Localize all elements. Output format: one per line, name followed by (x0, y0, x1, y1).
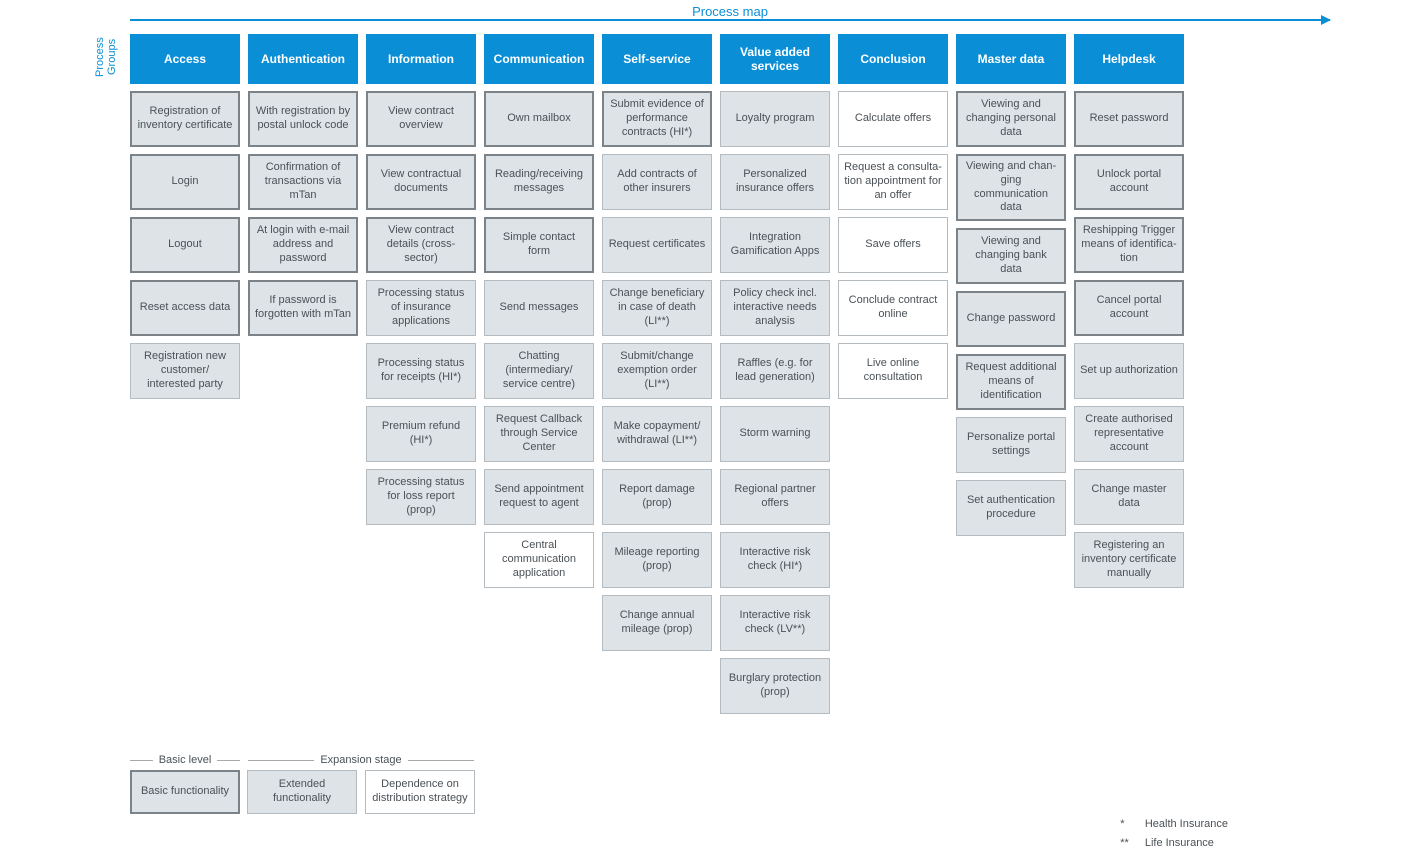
column-header: Value added services (720, 34, 830, 84)
legend-basic-cell: Basic functionality (130, 770, 240, 814)
process-cell: Raffles (e.g. for lead generation) (720, 343, 830, 399)
process-cell: Personalize portal settings (956, 417, 1066, 473)
column-header: Helpdesk (1074, 34, 1184, 84)
process-cell: Chatting (intermediary/ service centre) (484, 343, 594, 399)
process-cell: Calculate offers (838, 91, 948, 147)
process-cell: Add contracts of other insurers (602, 154, 712, 210)
process-cell: Unlock portal account (1074, 154, 1184, 210)
process-cell: Submit evidence of performance contracts… (602, 91, 712, 147)
process-cell: Processing status for receipts (HI*) (366, 343, 476, 399)
process-cell: Reset access data (130, 280, 240, 336)
process-cell: Regional partner offers (720, 469, 830, 525)
process-cell: Interactive risk check (LV**) (720, 595, 830, 651)
process-cell: View contractual documents (366, 154, 476, 210)
process-cell: Viewing and changing bank data (956, 228, 1066, 284)
legend-dist-cell: Dependence on distribution strategy (365, 770, 475, 814)
process-cell: Send appointment request to agent (484, 469, 594, 525)
legend-expansion-group: Expansion stage Extended functionality D… (248, 754, 474, 814)
process-cell: Change annual mileage (prop) (602, 595, 712, 651)
process-cell: Registration of inventory certificate (130, 91, 240, 147)
column-self-service: Self-service Submit evidence of performan… (602, 34, 712, 651)
process-cell: Viewing and chan- ging communication dat… (956, 154, 1066, 221)
column-header: Self-service (602, 34, 712, 84)
process-cell: Change master data (1074, 469, 1184, 525)
process-cell: Central communication application (484, 532, 594, 588)
process-cell: Interactive risk check (HI*) (720, 532, 830, 588)
process-grid: Process Groups Access Registration of inv… (90, 34, 1330, 714)
process-cell: Policy check incl. interactive needs ana… (720, 280, 830, 336)
column-value-added-services: Value added services Loyalty program Perso… (720, 34, 830, 714)
process-cell: View contract overview (366, 91, 476, 147)
process-cell: Login (130, 154, 240, 210)
process-cell: Save offers (838, 217, 948, 273)
legend: Basic level Basic functionality Expansio… (130, 754, 1330, 814)
process-cell: Cancel portal account (1074, 280, 1184, 336)
column-information: Information View contract overview View co… (366, 34, 476, 525)
process-map-arrow: Process map (130, 10, 1330, 30)
column-header: Conclusion (838, 34, 948, 84)
process-cell: Processing status for loss report (prop) (366, 469, 476, 525)
column-header: Access (130, 34, 240, 84)
process-cell: Set up authorization (1074, 343, 1184, 399)
column-helpdesk: Helpdesk Reset password Unlock portal acco… (1074, 34, 1184, 588)
process-cell: Processing status of insurance applicati… (366, 280, 476, 336)
process-cell: Storm warning (720, 406, 830, 462)
process-cell: Registration new customer/ interested pa… (130, 343, 240, 399)
column-master-data: Master data Viewing and changing personal… (956, 34, 1066, 536)
process-cell: Personalized insurance offers (720, 154, 830, 210)
process-cell: Conclude contract online (838, 280, 948, 336)
process-cell: Make copayment/ withdrawal (LI**) (602, 406, 712, 462)
process-cell: Logout (130, 217, 240, 273)
process-cell: Viewing and changing personal data (956, 91, 1066, 147)
process-map-label: Process map (684, 4, 776, 19)
column-header: Authentication (248, 34, 358, 84)
process-cell: Submit/change exemption order (LI**) (602, 343, 712, 399)
process-cell: Request a consulta- tion appointment for… (838, 154, 948, 210)
process-cell: Integration Gamification Apps (720, 217, 830, 273)
process-cell: Confirmation of transactions via mTan (248, 154, 358, 210)
footnote-row: *Health Insurance (1120, 816, 1228, 833)
legend-basic-group: Basic level Basic functionality (130, 754, 240, 814)
column-header: Communication (484, 34, 594, 84)
process-cell: With registration by postal unlock code (248, 91, 358, 147)
process-cell: Request certificates (602, 217, 712, 273)
side-label-process-groups: Process Groups (90, 34, 122, 84)
column-header: Master data (956, 34, 1066, 84)
process-cell: Live online consultation (838, 343, 948, 399)
arrow-line (130, 19, 1330, 21)
legend-ext-cell: Extended functionality (247, 770, 357, 814)
process-cell: Set authentication procedure (956, 480, 1066, 536)
column-header: Information (366, 34, 476, 84)
process-cell: Reading/receiving messages (484, 154, 594, 210)
footnotes: *Health Insurance **Life Insurance (1118, 814, 1230, 853)
footnote-row: **Life Insurance (1120, 835, 1228, 852)
process-cell: Premium refund (HI*) (366, 406, 476, 462)
process-cell: Create authorised representative account (1074, 406, 1184, 462)
process-cell: Simple contact form (484, 217, 594, 273)
process-cell: Mileage reporting (prop) (602, 532, 712, 588)
legend-basic-title: Basic level (159, 754, 212, 766)
process-cell: Reset password (1074, 91, 1184, 147)
process-cell: Registering an inventory certificate man… (1074, 532, 1184, 588)
process-cell: Own mailbox (484, 91, 594, 147)
process-cell: Reshipping Trigger means of identifica- … (1074, 217, 1184, 273)
process-cell: Burglary protection (prop) (720, 658, 830, 714)
process-cell: Send messages (484, 280, 594, 336)
process-cell: Change password (956, 291, 1066, 347)
process-cell: If password is forgotten with mTan (248, 280, 358, 336)
column-conclusion: Conclusion Calculate offers Request a cons… (838, 34, 948, 399)
process-cell: Report damage (prop) (602, 469, 712, 525)
column-authentication: Authentication With registration by posta… (248, 34, 358, 336)
process-cell: Loyalty program (720, 91, 830, 147)
process-cell: Request Callback through Service Center (484, 406, 594, 462)
process-cell: Change beneficiary in case of death (LI*… (602, 280, 712, 336)
column-access: Access Registration of inventory certific… (130, 34, 240, 399)
process-cell: At login with e-mail address and passwor… (248, 217, 358, 273)
process-cell: Request additional means of identificati… (956, 354, 1066, 410)
column-communication: Communication Own mailbox Reading/receivin… (484, 34, 594, 588)
legend-expansion-title: Expansion stage (320, 754, 401, 766)
process-cell: View contract details (cross-sector) (366, 217, 476, 273)
